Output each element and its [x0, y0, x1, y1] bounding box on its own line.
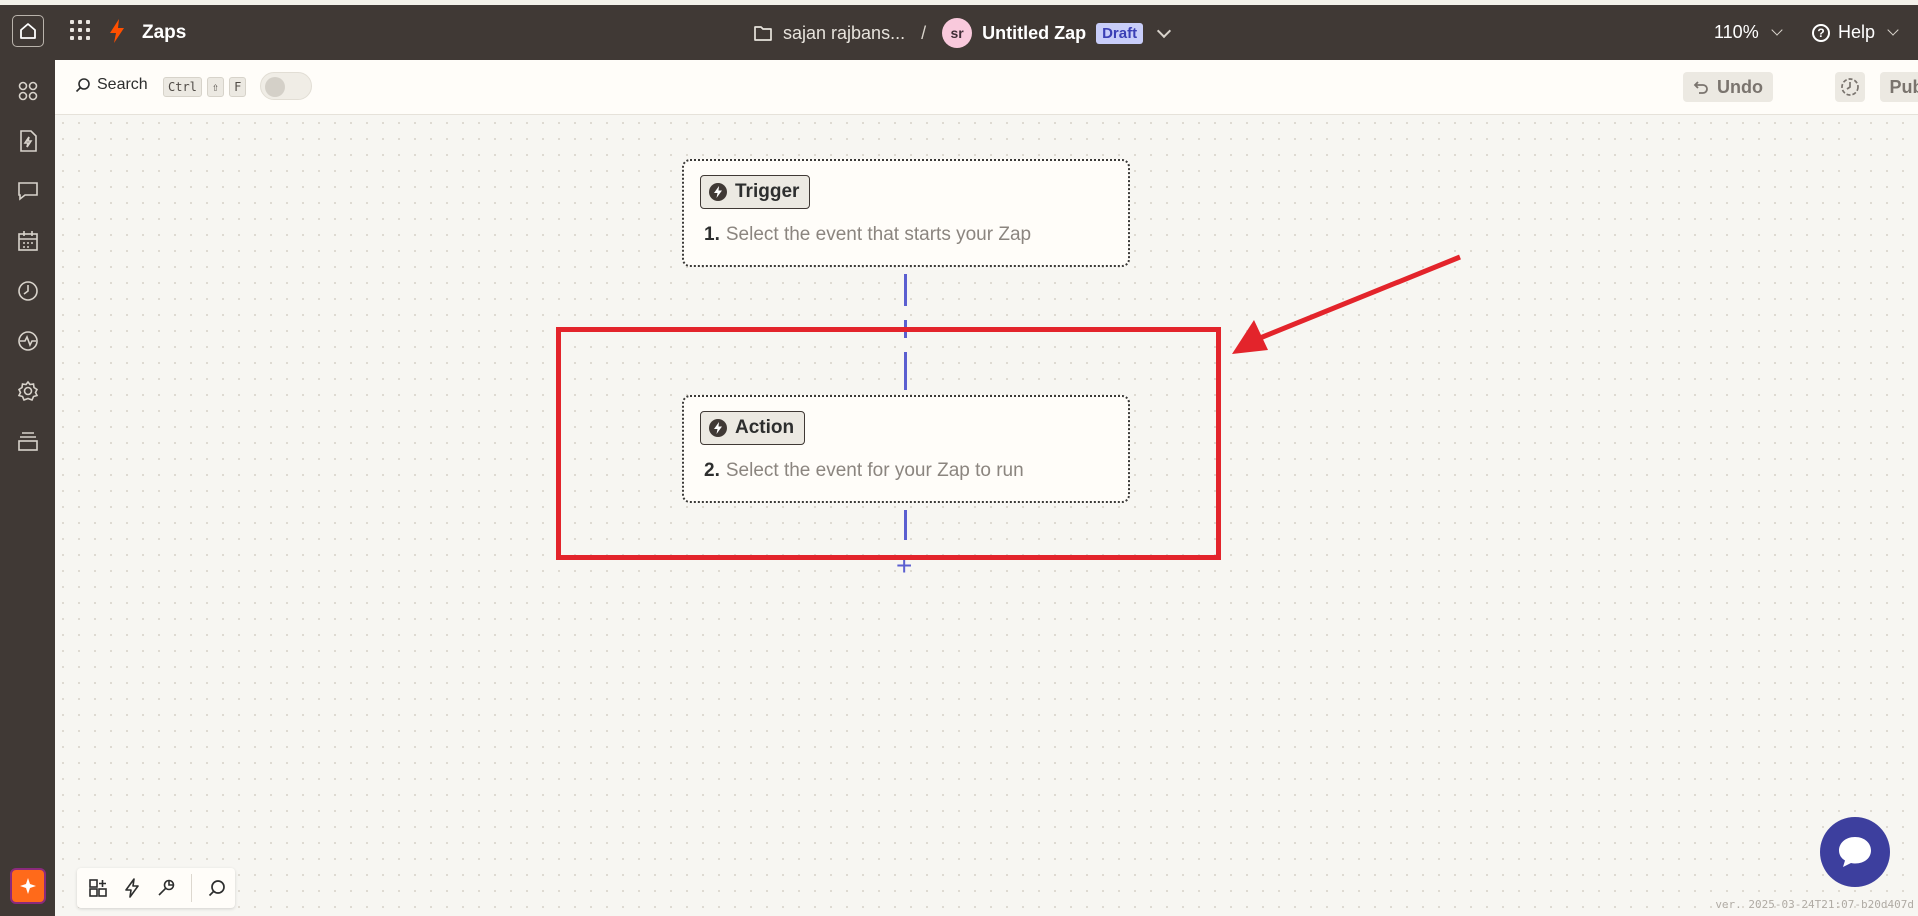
ai-copilot-button[interactable] — [10, 868, 46, 904]
editor-toolbar: Search Ctrl ⇧ F Undo Publish — [55, 60, 1918, 115]
activity-icon[interactable] — [15, 328, 41, 354]
app-header: Zaps sajan rajbans... / sr Untitled Zap … — [0, 5, 1918, 60]
calendar-icon[interactable] — [15, 228, 41, 254]
help-icon: ? — [1812, 23, 1830, 42]
add-widget-icon[interactable] — [83, 873, 113, 903]
tools-divider — [191, 874, 192, 902]
toggle-knob — [265, 77, 285, 97]
breadcrumb: sajan rajbans... / sr Untitled Zap Draft — [753, 18, 1172, 48]
clock-dashed-icon — [1841, 78, 1859, 96]
app-title[interactable]: Zaps — [142, 22, 186, 44]
undo-icon — [1693, 81, 1708, 94]
breadcrumb-separator: / — [921, 22, 927, 43]
toggle-switch[interactable] — [260, 72, 312, 100]
chevron-down-icon — [1887, 24, 1899, 36]
zoom-selector[interactable]: 110% — [1714, 22, 1783, 43]
zap-bolt-icon — [110, 19, 124, 43]
chevron-down-icon — [1771, 24, 1783, 36]
search-shortcut: Ctrl ⇧ F — [163, 77, 247, 97]
bolt-icon — [709, 183, 727, 201]
zap-bolt-icon[interactable] — [117, 873, 147, 903]
trigger-step-card[interactable]: Trigger 1. Select the event that starts y… — [682, 159, 1130, 267]
layers-icon[interactable] — [15, 428, 41, 454]
home-button[interactable] — [12, 15, 44, 47]
publish-button[interactable]: Publish — [1880, 72, 1918, 102]
status-badge: Draft — [1096, 22, 1144, 44]
wrench-icon[interactable] — [151, 873, 181, 903]
zap-name[interactable]: Untitled Zap — [982, 23, 1086, 44]
undo-label: Undo — [1717, 76, 1763, 97]
folder-name[interactable]: sajan rajbans... — [783, 23, 905, 44]
app-switcher-icon[interactable] — [68, 18, 92, 42]
connector-line — [904, 274, 907, 306]
search-label: Search — [97, 76, 148, 93]
chat-bubble-icon — [1839, 837, 1871, 867]
search-button[interactable]: Search — [75, 76, 148, 94]
kbd-ctrl: Ctrl — [163, 77, 202, 97]
annotation-highlight-box — [556, 327, 1221, 560]
zap-file-icon[interactable] — [15, 128, 41, 154]
apps-icon[interactable] — [15, 78, 41, 104]
step-text: Select the event that starts your Zap — [725, 224, 1032, 245]
search-icon — [75, 78, 90, 93]
annotation-arrow-icon — [1232, 254, 1461, 354]
zoom-level: 110% — [1714, 22, 1759, 42]
kbd-f: F — [229, 77, 247, 97]
sparkle-icon — [20, 878, 36, 894]
trigger-label: Trigger — [735, 181, 800, 202]
version-history-button[interactable] — [1835, 72, 1865, 102]
trigger-pill: Trigger — [700, 175, 811, 209]
undo-button[interactable]: Undo — [1683, 72, 1773, 102]
step-number: 1. — [704, 224, 720, 245]
canvas-tools — [77, 868, 235, 908]
kbd-shift: ⇧ — [206, 77, 225, 97]
support-chat-button[interactable] — [1820, 817, 1890, 887]
trigger-description: 1. Select the event that starts your Zap — [704, 224, 1031, 246]
version-label: ver. 2025-03-24T21:07-b20d407d — [1715, 898, 1914, 911]
avatar: sr — [942, 18, 973, 48]
sidebar — [0, 60, 55, 916]
help-label: Help — [1838, 22, 1876, 42]
settings-icon[interactable] — [15, 378, 41, 404]
chevron-down-icon[interactable] — [1157, 23, 1172, 38]
help-menu[interactable]: ? Help — [1812, 22, 1899, 43]
home-icon — [20, 23, 36, 39]
history-icon[interactable] — [15, 278, 41, 304]
search-icon[interactable] — [202, 873, 232, 903]
folder-icon — [754, 26, 772, 41]
chat-icon[interactable] — [15, 178, 41, 204]
